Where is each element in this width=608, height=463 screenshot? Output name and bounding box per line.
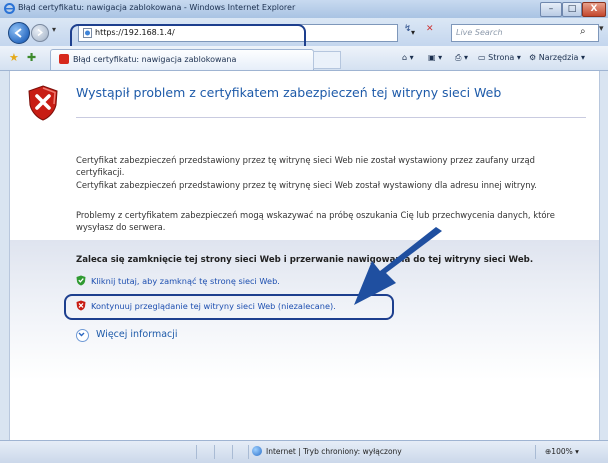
green-shield-icon — [76, 275, 86, 286]
status-bar: Internet | Tryb chroniony: wyłączony ⊕10… — [0, 440, 608, 463]
browser-window: Błąd certyfikatu: nawigacja zablokowana … — [0, 0, 608, 463]
certificate-error-tab-icon — [59, 54, 69, 64]
title-bar: Błąd certyfikatu: nawigacja zablokowana … — [0, 0, 608, 18]
status-divider — [232, 445, 233, 459]
status-divider — [214, 445, 215, 459]
certificate-untrusted-text: Certyfikat zabezpieczeń przedstawiony pr… — [76, 155, 535, 177]
window-title: Błąd certyfikatu: nawigacja zablokowana … — [18, 3, 296, 12]
zoom-level[interactable]: ⊕100% ▾ — [545, 447, 579, 456]
history-dropdown-icon[interactable]: ▾ — [52, 25, 56, 34]
favorites-star-icon[interactable]: ★ — [9, 51, 19, 64]
status-divider — [248, 445, 249, 459]
tab-label: Błąd certyfikatu: nawigacja zablokowana — [73, 55, 237, 64]
feeds-icon[interactable]: ▣ ▾ — [428, 53, 442, 62]
recommendation-text: Zaleca się zamknięcie tej strony sieci W… — [76, 255, 534, 265]
forward-button[interactable] — [31, 24, 49, 42]
more-information-link[interactable]: Więcej informacji — [96, 329, 178, 340]
close-window-button[interactable]: X — [582, 2, 606, 17]
minimize-button[interactable]: – — [540, 2, 562, 17]
search-field[interactable]: Live Search ⌕ — [451, 24, 599, 42]
status-divider — [535, 445, 536, 459]
tab-bar: ★ ✚ Błąd certyfikatu: nawigacja zablokow… — [0, 46, 608, 71]
print-icon[interactable]: ⎙ ▾ — [455, 53, 468, 63]
status-divider — [196, 445, 197, 459]
page-menu-button[interactable]: ▭ Strona ▾ — [478, 53, 521, 62]
pointer-arrow-icon — [354, 227, 442, 305]
continue-link-highlight-outline — [64, 294, 394, 320]
add-favorites-icon[interactable]: ✚ — [27, 51, 36, 64]
new-tab-button[interactable] — [313, 51, 341, 69]
address-dropdown-icon[interactable]: ▾ — [411, 28, 415, 37]
error-heading: Wystąpił problem z certyfikatem zabezpie… — [76, 85, 502, 100]
internet-zone-icon — [252, 446, 262, 456]
close-page-link[interactable]: Kliknij tutaj, aby zamknąć tę stronę sie… — [91, 276, 280, 286]
search-options-icon[interactable]: ▾ — [599, 24, 604, 34]
search-placeholder: Live Search — [456, 28, 503, 37]
tools-menu-button[interactable]: ⚙ Narzędzia ▾ — [529, 53, 585, 62]
tab-certificate-error[interactable]: Błąd certyfikatu: nawigacja zablokowana — [50, 49, 314, 70]
forward-arrow-icon — [37, 28, 43, 37]
certificate-warning-text: Problemy z certyfikatem zabezpieczeń mog… — [76, 210, 555, 232]
security-zone-text[interactable]: Internet | Tryb chroniony: wyłączony — [266, 447, 402, 456]
certificate-mismatch-text: Certyfikat zabezpieczeń przedstawiony pr… — [76, 180, 537, 190]
back-button[interactable] — [8, 22, 30, 44]
maximize-button[interactable]: □ — [562, 2, 582, 17]
recommendation-band — [10, 240, 599, 440]
refresh-icon[interactable]: ↯ — [404, 24, 412, 34]
search-icon[interactable]: ⌕ — [580, 26, 586, 37]
home-icon[interactable]: ⌂ ▾ — [402, 53, 414, 62]
back-arrow-icon — [14, 28, 22, 38]
page-content: Wystąpił problem z certyfikatem zabezpie… — [9, 71, 600, 440]
shield-error-icon — [28, 85, 58, 121]
heading-divider — [76, 117, 586, 118]
ie-logo-icon — [4, 3, 15, 14]
expand-chevron-icon[interactable] — [76, 329, 89, 342]
stop-icon[interactable]: ✕ — [426, 24, 434, 34]
